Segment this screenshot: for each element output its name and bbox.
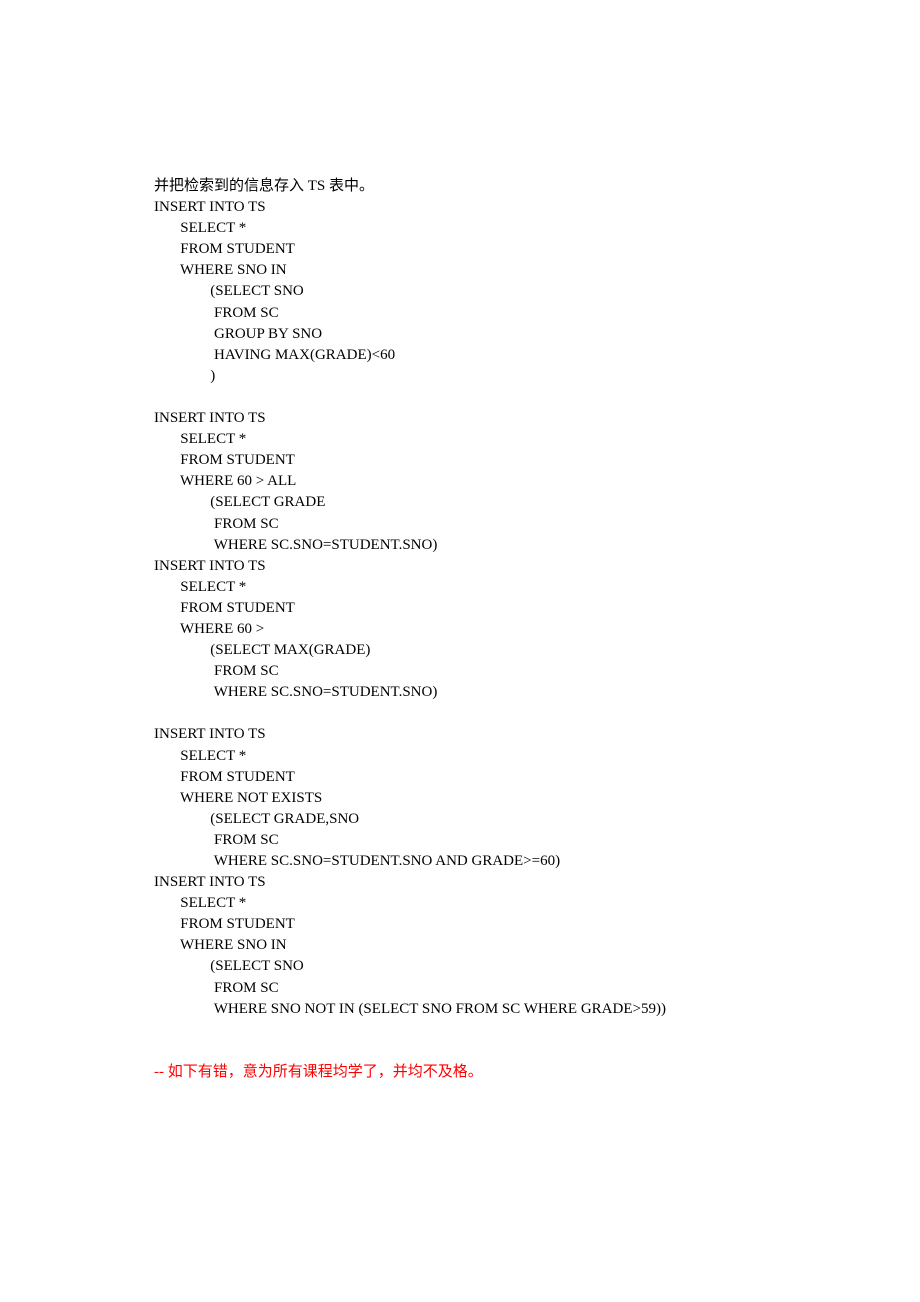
- code-line: INSERT INTO TS: [154, 408, 920, 429]
- document-body: 并把检索到的信息存入 TS 表中。INSERT INTO TS SELECT *…: [0, 0, 920, 1302]
- code-line: GROUP BY SNO: [154, 324, 920, 345]
- code-line: FROM STUDENT: [154, 914, 920, 935]
- code-line: WHERE SNO NOT IN (SELECT SNO FROM SC WHE…: [154, 999, 920, 1020]
- code-line: WHERE SC.SNO=STUDENT.SNO): [154, 682, 920, 703]
- code-line: ): [154, 366, 920, 387]
- code-line: (SELECT SNO: [154, 281, 920, 302]
- code-line: (SELECT GRADE,SNO: [154, 809, 920, 830]
- code-line: [154, 703, 920, 724]
- code-line: SELECT *: [154, 746, 920, 767]
- code-line: (SELECT SNO: [154, 956, 920, 977]
- code-line: (SELECT MAX(GRADE): [154, 640, 920, 661]
- code-line: WHERE SNO IN: [154, 935, 920, 956]
- code-line: SELECT *: [154, 429, 920, 450]
- code-line: FROM STUDENT: [154, 598, 920, 619]
- code-line: FROM SC: [154, 978, 920, 999]
- code-line: WHERE SC.SNO=STUDENT.SNO): [154, 535, 920, 556]
- code-line: WHERE 60 > ALL: [154, 471, 920, 492]
- code-line: 并把检索到的信息存入 TS 表中。: [154, 176, 920, 197]
- code-line: WHERE 60 >: [154, 619, 920, 640]
- code-line: FROM STUDENT: [154, 450, 920, 471]
- code-line: [154, 387, 920, 408]
- code-line: FROM SC: [154, 303, 920, 324]
- code-line: (SELECT GRADE: [154, 492, 920, 513]
- code-line: SELECT *: [154, 577, 920, 598]
- code-line: WHERE NOT EXISTS: [154, 788, 920, 809]
- code-line: INSERT INTO TS: [154, 724, 920, 745]
- code-line: FROM SC: [154, 514, 920, 535]
- code-line: SELECT *: [154, 218, 920, 239]
- code-line: [154, 1041, 920, 1062]
- code-line: -- 如下有错，意为所有课程均学了，并均不及格。: [154, 1062, 920, 1083]
- code-line: SELECT *: [154, 893, 920, 914]
- code-line: FROM SC: [154, 830, 920, 851]
- code-line: HAVING MAX(GRADE)<60: [154, 345, 920, 366]
- code-line: INSERT INTO TS: [154, 872, 920, 893]
- code-line: WHERE SNO IN: [154, 260, 920, 281]
- code-line: FROM SC: [154, 661, 920, 682]
- code-line: INSERT INTO TS: [154, 556, 920, 577]
- code-line: FROM STUDENT: [154, 767, 920, 788]
- code-line: [154, 1020, 920, 1041]
- code-line: WHERE SC.SNO=STUDENT.SNO AND GRADE>=60): [154, 851, 920, 872]
- code-line: INSERT INTO TS: [154, 197, 920, 218]
- code-line: FROM STUDENT: [154, 239, 920, 260]
